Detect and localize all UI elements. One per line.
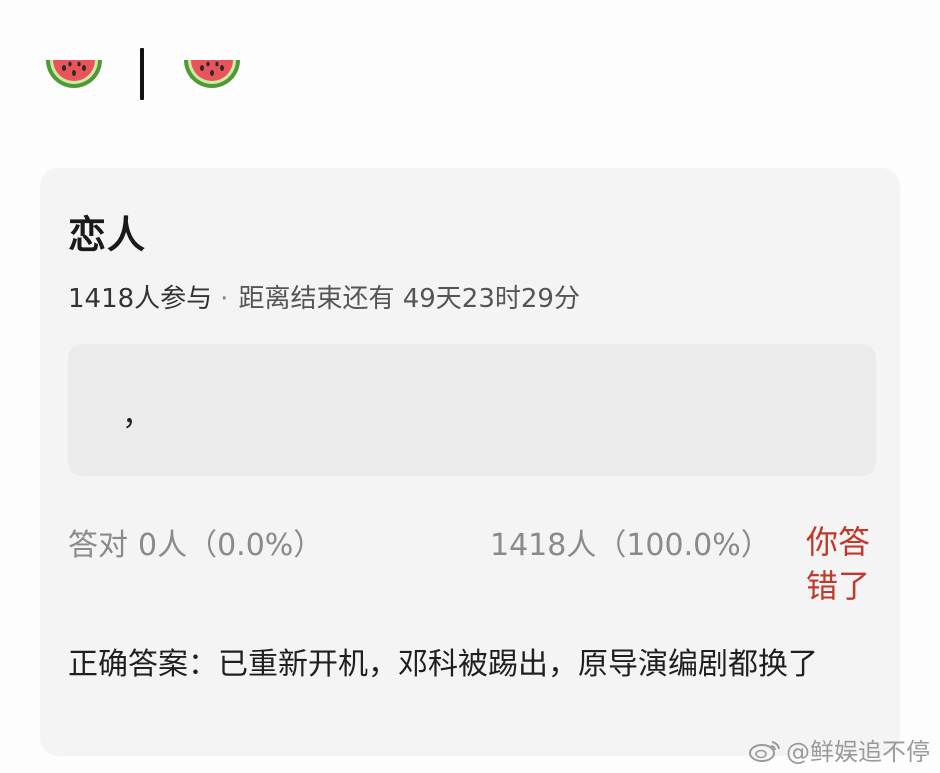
meta-separator: · [220, 284, 229, 314]
poll-option[interactable]: ， [68, 344, 876, 476]
countdown-value: 49天23时29分 [402, 284, 580, 314]
emoji-header [42, 44, 244, 104]
watermark-text: @鲜娱追不停 [786, 738, 930, 766]
page: 恋人 1418人参与 · 距离结束还有 49天23时29分 ， 答对 0人（0.0%）… [0, 0, 940, 773]
watermelon-icon [46, 60, 102, 88]
result-flag: 你答错了 [806, 523, 871, 605]
divider-bar [140, 48, 144, 100]
poll-meta: 1418人参与 · 距离结束还有 49天23时29分 [68, 278, 580, 315]
correct-label: 答对 [68, 528, 128, 563]
watermark: @鲜娱追不停 [748, 732, 930, 767]
participant-count: 1418人参与 [68, 284, 213, 314]
poll-title: 恋人 [68, 213, 147, 257]
option-text: ， [122, 398, 152, 433]
countdown-label: 距离结束还有 [238, 284, 395, 314]
correct-count: 0人（0.0%） [138, 528, 324, 563]
wrong-count: 1418人（100.0%） [490, 528, 771, 563]
correct-stats: 答对 0人（0.0%） [68, 520, 323, 564]
weibo-icon [749, 740, 780, 762]
poll-card: 恋人 1418人参与 · 距离结束还有 49天23时29分 ， 答对 0人（0.0%）… [40, 168, 900, 756]
watermelon-icon [184, 60, 240, 88]
correct-answer: 正确答案：已重新开机，邓科被踢出，原导演编剧都换了 [68, 647, 818, 682]
